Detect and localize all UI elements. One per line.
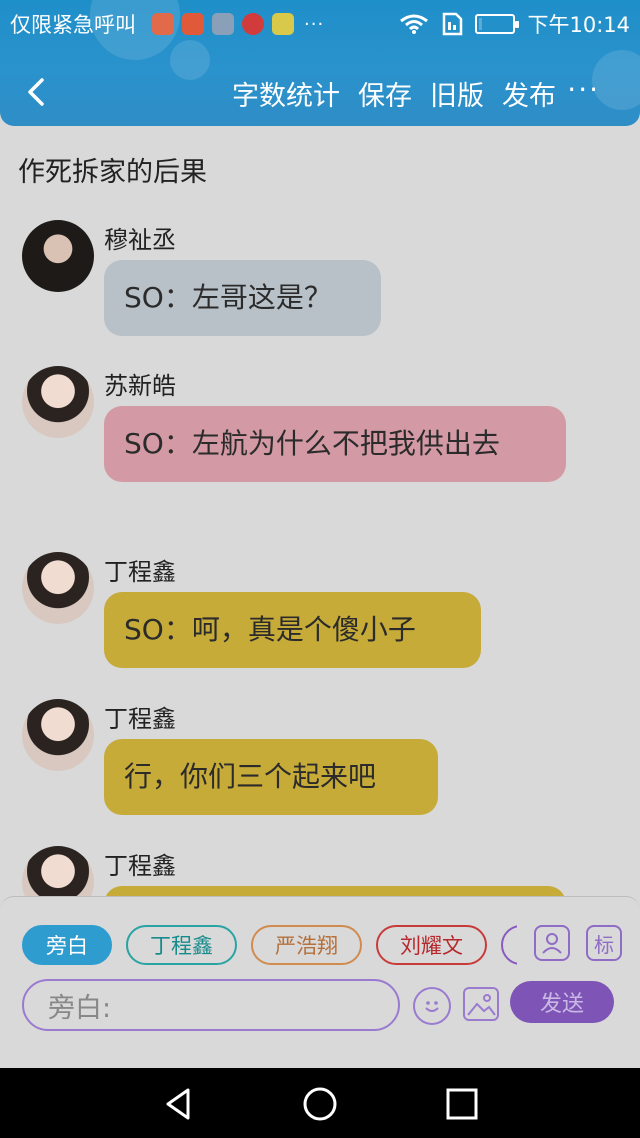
input-panel: 旁白 丁程鑫 严浩翔 刘耀文 宋亚 标 旁白: (0, 896, 640, 1068)
image-icon (467, 994, 496, 1016)
character-manage-button[interactable] (534, 925, 570, 961)
sim-icon (443, 12, 463, 36)
system-nav-bar (0, 1068, 640, 1138)
status-bar: 仅限紧急呼叫 ··· 下午10:14 (0, 0, 640, 44)
emoji-button[interactable] (413, 987, 451, 1025)
character-chips: 旁白 丁程鑫 严浩翔 刘耀文 宋亚 (22, 925, 517, 965)
image-button[interactable] (463, 987, 499, 1021)
avatar[interactable] (22, 220, 94, 292)
notification-icons (152, 13, 294, 35)
back-button[interactable] (18, 74, 54, 110)
status-right: 下午10:14 (399, 9, 630, 39)
sender-name: 丁程鑫 (104, 558, 176, 586)
emoji-icon (425, 1001, 439, 1012)
avatar[interactable] (22, 366, 94, 438)
sender-name: 丁程鑫 (104, 705, 176, 733)
clock: 下午10:14 (527, 13, 630, 37)
message-bubble[interactable]: SO：左航为什么不把我供出去 (104, 406, 566, 482)
battery-fill (479, 18, 483, 30)
more-notifications-icon: ··· (304, 13, 325, 35)
chevron-left-icon (28, 78, 44, 106)
bottle-app-icon (182, 13, 204, 35)
tag-button[interactable]: 标 (586, 925, 622, 961)
chip-character[interactable]: 宋亚 (501, 925, 517, 965)
old-version-button[interactable]: 旧版 (430, 74, 484, 113)
message-bubble[interactable]: SO：呵，真是个傻小子 (104, 592, 481, 668)
tag-icon: 标 (594, 932, 614, 957)
publish-button[interactable]: 发布 (502, 74, 556, 113)
chip-character[interactable]: 丁程鑫 (126, 925, 237, 965)
message-input[interactable]: 旁白: (22, 979, 400, 1031)
word-count-button[interactable]: 字数统计 (232, 74, 340, 113)
input-placeholder: 旁白: (48, 992, 112, 1024)
editor-toolbar: 字数统计 保存 旧版 发布 ··· (0, 62, 640, 122)
toolbar-actions: 字数统计 保存 旧版 发布 (232, 74, 556, 113)
send-button[interactable]: 发送 (510, 981, 614, 1023)
sender-name: 穆祉丞 (104, 226, 176, 254)
message-bubble[interactable]: 行，你们三个起来吧 (104, 739, 438, 815)
app-header: 仅限紧急呼叫 ··· 下午10:14 字数统计 保存 旧版 发布 ··· (0, 0, 640, 126)
carrier-text: 仅限紧急呼叫 (10, 13, 136, 37)
cartoon-app-icon (272, 13, 294, 35)
screen: 仅限紧急呼叫 ··· 下午10:14 字数统计 保存 旧版 发布 ··· 作死拆… (0, 0, 640, 1138)
recents-square-icon[interactable] (444, 1086, 480, 1122)
mail-app-icon (152, 13, 174, 35)
save-button[interactable]: 保存 (358, 74, 412, 113)
story-title: 作死拆家的后果 (18, 157, 207, 188)
back-triangle-icon[interactable] (160, 1086, 196, 1122)
person-icon (542, 933, 562, 954)
chip-character[interactable]: 刘耀文 (376, 925, 487, 965)
weibo-app-icon (242, 13, 264, 35)
avatar[interactable] (22, 699, 94, 771)
gallery-app-icon (212, 13, 234, 35)
more-options-button[interactable]: ··· (567, 76, 600, 104)
avatar[interactable] (22, 552, 94, 624)
sender-name: 丁程鑫 (104, 852, 176, 880)
chat-content[interactable]: 作死拆家的后果 穆祉丞 SO：左哥这是？ 苏新皓 SO：左航为什么不把我供出去 … (0, 126, 640, 946)
status-left: 仅限紧急呼叫 ··· (10, 9, 324, 39)
sender-name: 苏新皓 (104, 372, 176, 400)
message-bubble[interactable]: SO：左哥这是？ (104, 260, 381, 336)
chip-narration[interactable]: 旁白 (22, 925, 112, 965)
chip-character[interactable]: 严浩翔 (251, 925, 362, 965)
home-circle-icon[interactable] (302, 1086, 338, 1122)
battery-icon (475, 14, 520, 34)
wifi-icon (400, 14, 429, 34)
